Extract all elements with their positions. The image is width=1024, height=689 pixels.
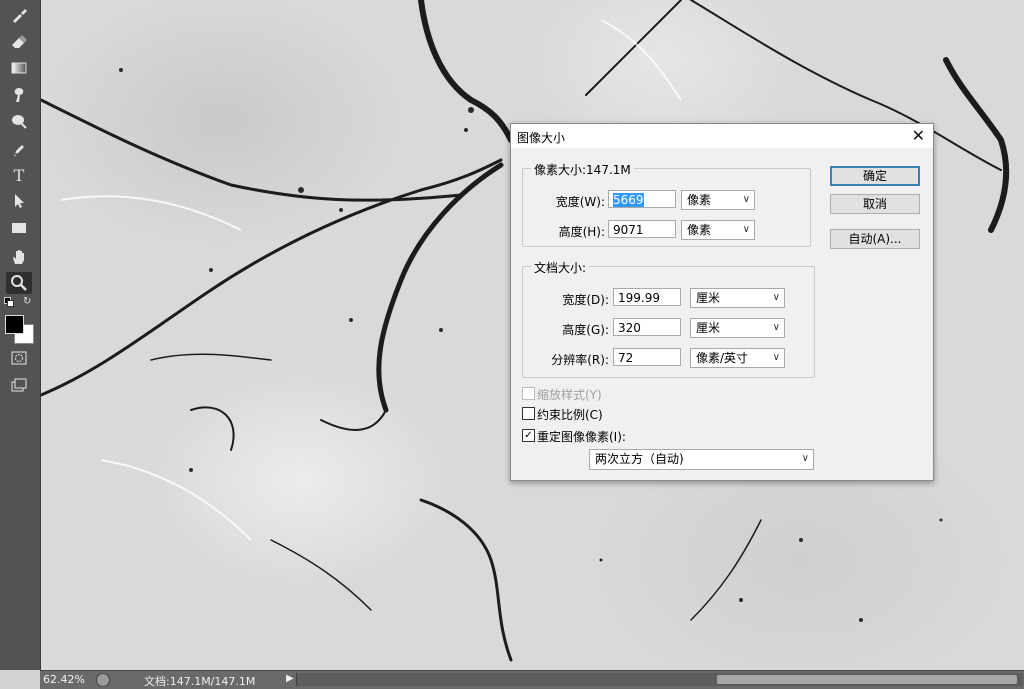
constrain-proportions-checkbox[interactable] (522, 407, 535, 420)
type-icon[interactable]: T (6, 164, 32, 186)
doc-height-label: 高度(G): (562, 323, 609, 337)
pixel-width-row: 宽度(W): 5669 像素 ∨ (523, 190, 810, 212)
rectangle-shape-icon[interactable] (6, 217, 32, 239)
chevron-down-icon: ∨ (742, 194, 750, 205)
quick-mask-icon[interactable] (6, 347, 32, 369)
constrain-proportions-label[interactable]: 约束比例(C) (537, 406, 603, 423)
status-bar: 62.42% 文档:147.1M/147.1M ▶ (40, 670, 1024, 689)
zoom-level[interactable]: 62.42% (43, 673, 85, 686)
image-size-dialog: 图像大小 ✕ 像素大小:147.1M 宽度(W): 5669 像素 ∨ 高度(H)… (510, 123, 934, 481)
scale-styles-checkbox (522, 387, 535, 400)
horizontal-scrollbar[interactable] (296, 673, 1023, 686)
resample-method-select[interactable]: 两次立方（自动) ∨ (589, 449, 814, 470)
dialog-title: 图像大小 (517, 131, 566, 145)
chevron-down-icon: ∨ (742, 224, 750, 235)
status-menu-arrow-icon[interactable]: ▶ (286, 673, 294, 684)
resample-label[interactable]: 重定图像像素(I): (537, 428, 626, 445)
screen-mode-icon[interactable] (6, 374, 32, 396)
resolution-unit-select[interactable]: 像素/英寸 ∨ (690, 348, 785, 368)
doc-width-row: 宽度(D): 199.99 厘米 ∨ (523, 288, 814, 310)
pixel-height-label: 高度(H): (558, 225, 605, 239)
document-size-legend: 文档大小: (531, 259, 590, 276)
pixel-width-input[interactable]: 5669 (608, 190, 676, 208)
dialog-titlebar[interactable]: 图像大小 ✕ (511, 124, 933, 148)
tools-panel: T ↻ (0, 0, 41, 670)
pixel-dimensions-group: 像素大小:147.1M 宽度(W): 5669 像素 ∨ 高度(H): 9071 … (522, 161, 811, 247)
document-size-group: 文档大小: 宽度(D): 199.99 厘米 ∨ 高度(G): 320 厘米 ∨ 分… (522, 259, 815, 378)
smudge-icon[interactable] (6, 84, 32, 106)
chevron-down-icon: ∨ (772, 352, 780, 363)
doc-height-input[interactable]: 320 (613, 318, 681, 336)
resolution-label: 分辨率(R): (551, 353, 609, 367)
pixel-height-row: 高度(H): 9071 像素 ∨ (523, 220, 810, 242)
pixel-height-unit-select[interactable]: 像素 ∨ (681, 220, 755, 240)
close-icon[interactable]: ✕ (912, 126, 925, 145)
doc-width-input[interactable]: 199.99 (613, 288, 681, 306)
default-colors-icon[interactable] (4, 297, 14, 307)
status-info-icon[interactable] (96, 673, 110, 687)
swap-colors-icon[interactable]: ↻ (23, 296, 31, 307)
doc-width-label: 宽度(D): (562, 293, 609, 307)
dodge-icon[interactable] (6, 110, 32, 132)
hand-icon[interactable] (6, 246, 32, 268)
chevron-down-icon: ∨ (772, 292, 780, 303)
eraser-icon[interactable] (6, 30, 32, 52)
auto-button[interactable]: 自动(A)... (830, 229, 920, 249)
pen-icon[interactable] (6, 139, 32, 161)
resolution-input[interactable]: 72 (613, 348, 681, 366)
pixel-width-label: 宽度(W): (555, 195, 605, 209)
doc-height-row: 高度(G): 320 厘米 ∨ (523, 318, 814, 340)
brush-icon[interactable] (6, 4, 32, 26)
zoom-icon[interactable] (6, 272, 32, 294)
resolution-row: 分辨率(R): 72 像素/英寸 ∨ (523, 348, 814, 370)
resample-checkbox[interactable]: ✓ (522, 429, 535, 442)
ok-button[interactable]: 确定 (830, 166, 920, 186)
doc-width-unit-select[interactable]: 厘米 ∨ (690, 288, 785, 308)
chevron-down-icon: ∨ (772, 322, 780, 333)
pixel-dimensions-legend: 像素大小:147.1M (531, 161, 634, 178)
foreground-color-swatch[interactable] (5, 315, 24, 334)
pixel-width-unit-select[interactable]: 像素 ∨ (681, 190, 755, 210)
scale-styles-label: 缩放样式(Y) (537, 388, 602, 402)
pixel-height-input[interactable]: 9071 (608, 220, 676, 238)
scrollbar-thumb[interactable] (717, 675, 1017, 684)
cancel-button[interactable]: 取消 (830, 194, 920, 214)
document-info: 文档:147.1M/147.1M (144, 675, 256, 688)
path-select-icon[interactable] (6, 190, 32, 212)
doc-height-unit-select[interactable]: 厘米 ∨ (690, 318, 785, 338)
gradient-icon[interactable] (6, 57, 32, 79)
chevron-down-icon: ∨ (801, 453, 809, 464)
